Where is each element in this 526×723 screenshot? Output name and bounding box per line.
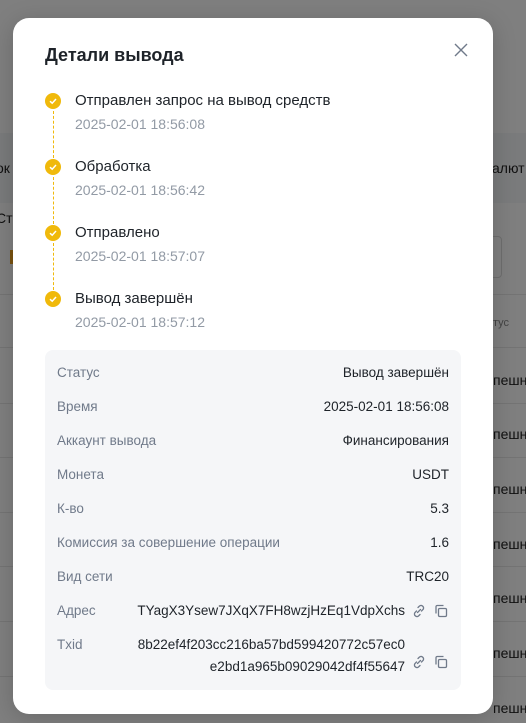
- timeline-connector: [52, 177, 54, 224]
- detail-value: Вывод завершён: [342, 365, 449, 380]
- txid-line: 8b22ef4f203cc216ba57bd599420772c57ec0: [137, 637, 405, 652]
- detail-label: Адрес: [57, 603, 96, 618]
- link-icon[interactable]: [411, 603, 427, 619]
- check-icon: [45, 291, 61, 307]
- detail-value: TRC20: [406, 569, 449, 584]
- detail-row-txid: Txid 8b22ef4f203cc216ba57bd599420772c57e…: [57, 634, 449, 682]
- modal-title: Детали вывода: [45, 45, 184, 65]
- close-icon: [454, 43, 468, 57]
- detail-label: Аккаунт вывода: [57, 433, 157, 448]
- detail-row-fee: Комиссия за совершение операции 1.6: [57, 535, 449, 555]
- detail-row-time: Время 2025-02-01 18:56:08: [57, 399, 449, 419]
- step-time: 2025-02-01 18:57:07: [75, 248, 205, 264]
- txid-actions: [411, 651, 449, 670]
- timeline-step: Отправлено 2025-02-01 18:57:07: [45, 222, 465, 290]
- check-icon: [45, 159, 61, 175]
- detail-value: 5.3: [430, 501, 449, 516]
- timeline-step: Вывод завершён 2025-02-01 18:57:12: [45, 288, 465, 354]
- detail-row-status: Статус Вывод завершён: [57, 365, 449, 385]
- details-panel: Статус Вывод завершён Время 2025-02-01 1…: [45, 350, 461, 690]
- step-title: Отправлено: [75, 224, 160, 241]
- step-time: 2025-02-01 18:56:08: [75, 116, 205, 132]
- copy-icon[interactable]: [433, 654, 449, 670]
- link-icon[interactable]: [411, 654, 427, 670]
- step-title: Обработка: [75, 158, 151, 175]
- txid-value[interactable]: 8b22ef4f203cc216ba57bd599420772c57ec0 e2…: [138, 634, 405, 678]
- detail-label: Монета: [57, 467, 104, 482]
- step-time: 2025-02-01 18:56:42: [75, 182, 205, 198]
- detail-value: USDT: [412, 467, 449, 482]
- detail-value: Финансирования: [342, 433, 449, 448]
- address-value-group: TYagX3Ysew7JXqX7FH8wzjHzEq1VdpXchs: [137, 600, 449, 622]
- detail-label: Комиссия за совершение операции: [57, 535, 280, 550]
- check-icon: [45, 93, 61, 109]
- status-timeline: Отправлен запрос на вывод средств 2025-0…: [45, 90, 465, 354]
- timeline-step: Обработка 2025-02-01 18:56:42: [45, 156, 465, 224]
- address-value[interactable]: TYagX3Ysew7JXqX7FH8wzjHzEq1VdpXchs: [137, 600, 405, 622]
- txid-line: e2bd1a965b09029042df4f55647: [209, 659, 405, 674]
- detail-label: Время: [57, 399, 98, 414]
- detail-label: Txid: [57, 637, 83, 652]
- txid-value-group: 8b22ef4f203cc216ba57bd599420772c57ec0 e2…: [138, 634, 449, 678]
- step-time: 2025-02-01 18:57:12: [75, 314, 205, 330]
- detail-label: К-во: [57, 501, 84, 516]
- detail-value: 2025-02-01 18:56:08: [323, 399, 449, 414]
- detail-row-amount: К-во 5.3: [57, 501, 449, 521]
- copy-icon[interactable]: [433, 603, 449, 619]
- detail-label: Вид сети: [57, 569, 113, 584]
- withdrawal-details-modal: Детали вывода Отправлен запрос на вывод …: [13, 18, 493, 714]
- step-title: Отправлен запрос на вывод средств: [75, 92, 331, 109]
- detail-value: 1.6: [430, 535, 449, 550]
- detail-row-network: Вид сети TRC20: [57, 569, 449, 589]
- detail-label: Статус: [57, 365, 100, 380]
- detail-row-coin: Монета USDT: [57, 467, 449, 487]
- check-icon: [45, 225, 61, 241]
- timeline-connector: [52, 111, 54, 158]
- detail-row-address: Адрес TYagX3Ysew7JXqX7FH8wzjHzEq1VdpXchs: [57, 600, 449, 626]
- detail-row-account: Аккаунт вывода Финансирования: [57, 433, 449, 453]
- step-title: Вывод завершён: [75, 290, 193, 307]
- timeline-step: Отправлен запрос на вывод средств 2025-0…: [45, 90, 465, 158]
- timeline-connector: [52, 243, 54, 290]
- close-button[interactable]: [449, 38, 473, 62]
